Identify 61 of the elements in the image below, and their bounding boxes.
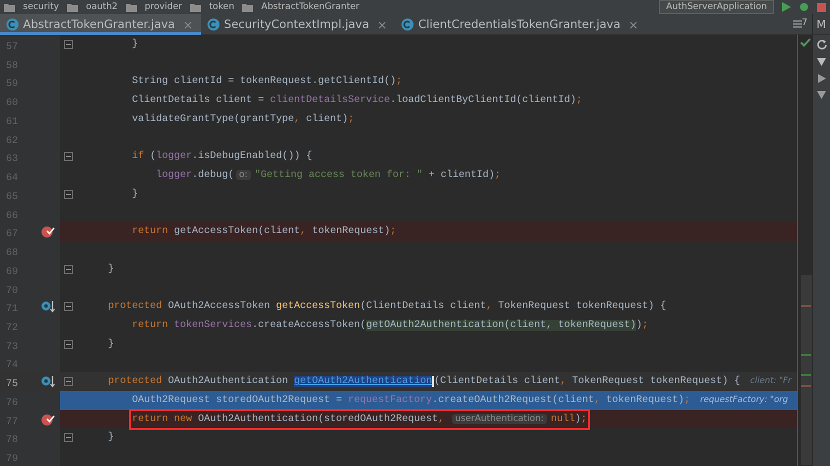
folder-icon bbox=[242, 2, 254, 12]
run-configuration-selector[interactable]: AuthServerApplication bbox=[659, 0, 774, 14]
down-triangle-icon[interactable] bbox=[817, 91, 826, 99]
breadcrumb-item[interactable]: AbstractTokenGranter bbox=[261, 0, 360, 14]
scrollbar-thumb[interactable] bbox=[801, 275, 812, 465]
fold-icon[interactable] bbox=[64, 40, 73, 49]
folder-icon bbox=[190, 2, 202, 12]
override-method-icon[interactable] bbox=[40, 300, 54, 314]
play-icon[interactable] bbox=[818, 74, 826, 83]
breakpoint-icon[interactable] bbox=[40, 412, 54, 426]
close-tab-button[interactable]: × bbox=[377, 16, 388, 34]
code-line: String clientId = tokenRequest.getClientId(); bbox=[132, 74, 402, 90]
fold-icon[interactable] bbox=[64, 340, 73, 349]
breakpoint-icon[interactable] bbox=[40, 225, 54, 238]
run-icon[interactable] bbox=[782, 2, 791, 12]
stop-icon[interactable] bbox=[817, 2, 826, 12]
class-file-icon bbox=[207, 18, 220, 31]
code-line: } bbox=[108, 262, 114, 277]
collapse-icon[interactable] bbox=[817, 58, 826, 66]
breadcrumb-item[interactable]: security bbox=[23, 0, 59, 14]
folder-icon bbox=[66, 2, 78, 12]
class-file-icon bbox=[6, 18, 19, 31]
code-line: return getAccessToken(client, tokenRequest); bbox=[132, 224, 396, 240]
class-file-icon bbox=[401, 18, 414, 31]
code-line: } bbox=[108, 430, 114, 446]
fold-icon[interactable] bbox=[64, 190, 73, 199]
check-icon bbox=[800, 38, 811, 47]
refresh-icon[interactable] bbox=[816, 39, 827, 50]
code-line: } bbox=[108, 338, 114, 352]
fold-icon[interactable] bbox=[64, 302, 73, 312]
override-method-icon[interactable] bbox=[40, 375, 54, 388]
breadcrumb-item[interactable]: token bbox=[209, 0, 234, 14]
highlighted-code-line: return new OAuth2Authentication(storedOAuth2Request, userAuthentication: null); bbox=[132, 412, 587, 427]
list-icon bbox=[792, 20, 802, 28]
debug-icon[interactable] bbox=[799, 2, 809, 12]
editor-tab[interactable]: ClientCredentialsTokenGranter.java × bbox=[395, 14, 646, 35]
code-line: logger.debug( o: "Getting access token for: " + clientId); bbox=[156, 168, 501, 183]
line-number: 75 bbox=[6, 379, 18, 390]
breadcrumb-item[interactable]: provider bbox=[144, 0, 182, 14]
error-stripe-mark bbox=[801, 305, 811, 307]
breadcrumb-item[interactable]: oauth2 bbox=[86, 0, 118, 14]
code-line: validateGrantType(grantType, client); bbox=[132, 112, 354, 127]
fold-icon[interactable] bbox=[64, 152, 73, 162]
fold-icon[interactable] bbox=[64, 433, 73, 442]
editor-tab[interactable]: AbstractTokenGranter.java × bbox=[0, 14, 202, 35]
error-stripe-mark bbox=[801, 354, 811, 356]
code-line: OAuth2Request storedOAuth2Request = requestFactory.createOAuth2Request(client, tokenRequest); requestFactory: "org bbox=[132, 394, 788, 408]
fold-icon[interactable] bbox=[64, 264, 73, 274]
code-line: } bbox=[132, 38, 138, 52]
code-line: ClientDetails client = clientDetailsService.loadClientByClientId(clientId); bbox=[132, 94, 582, 108]
tab-list-button[interactable]: 7 bbox=[788, 14, 812, 34]
folder-icon bbox=[4, 2, 15, 12]
folder-icon bbox=[126, 2, 137, 12]
code-line: return tokenServices.createAccessToken(getOAuth2Authentication(client, tokenRequest)); bbox=[132, 318, 648, 333]
code-line: if (logger.isDebugEnabled()) { bbox=[132, 150, 312, 164]
code-line: protected OAuth2AccessToken getAccessToken(ClientDetails client, TokenRequest tokenRequest) { bbox=[108, 300, 666, 314]
code-line: } bbox=[132, 188, 138, 202]
editor-tab[interactable]: SecurityContextImpl.java × bbox=[201, 14, 396, 35]
code-line: protected OAuth2Authentication getOAuth2Authentication (ClientDetails client, TokenRequest tokenRequest) { client: "Fr bbox=[108, 374, 792, 390]
close-tab-button[interactable]: × bbox=[628, 16, 638, 34]
fold-icon[interactable] bbox=[64, 377, 73, 386]
